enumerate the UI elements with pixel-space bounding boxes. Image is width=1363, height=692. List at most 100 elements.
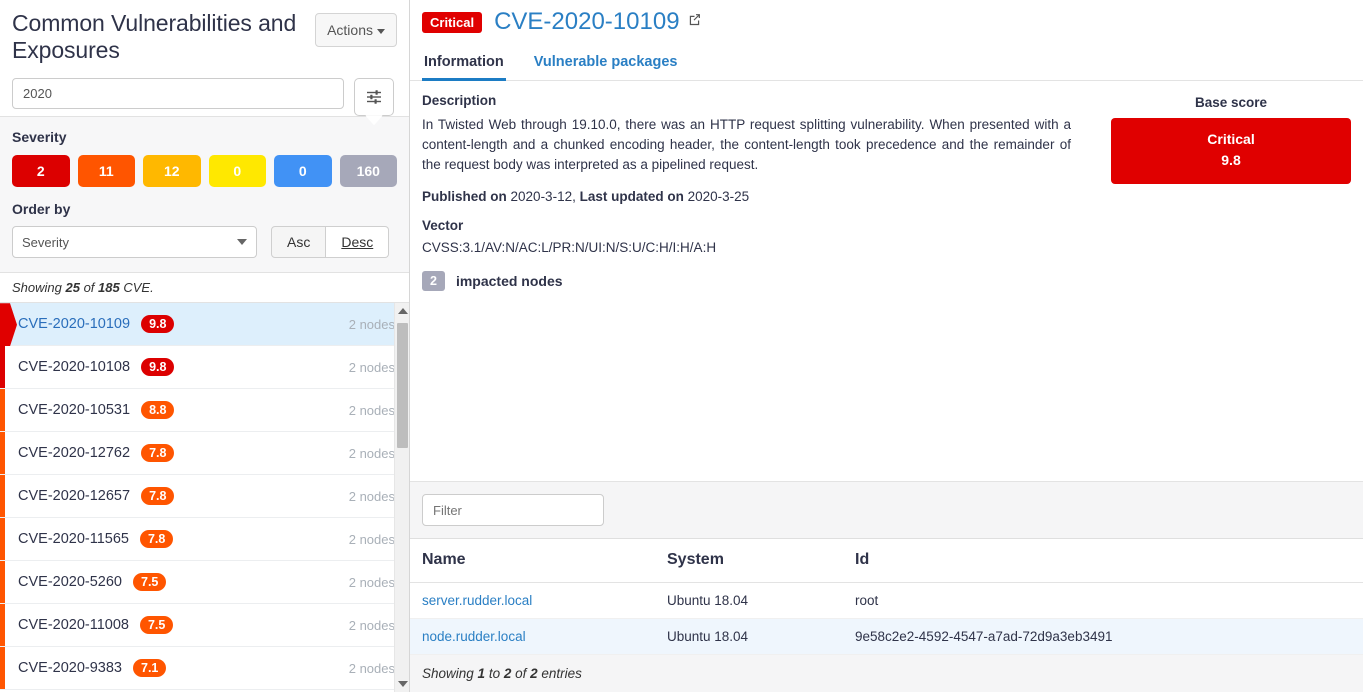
cve-node-count: 2 nodes — [348, 531, 395, 547]
page-title: Common Vulnerabilities and Exposures — [12, 10, 297, 64]
nodes-filter-bar — [410, 482, 1363, 539]
severity-stripe — [0, 647, 5, 690]
cve-list-item-id[interactable]: CVE-2020-5260 — [18, 574, 122, 590]
cve-list-item[interactable]: CVE-2020-10531 8.8 2 nodes — [0, 389, 409, 433]
information-main-column: Description In Twisted Web through 19.10… — [422, 93, 1111, 271]
tab-vulnerable-packages[interactable]: Vulnerable packages — [532, 48, 680, 81]
last-updated-value: 2020-3-25 — [687, 188, 750, 204]
triangle-up-icon — [397, 308, 408, 315]
order-by-select[interactable]: Severity — [12, 226, 257, 259]
cve-list-item-id[interactable]: CVE-2020-9383 — [18, 660, 122, 676]
showing-count-bar: Showing 25 of 185 CVE. — [0, 272, 409, 304]
severity-badge-3[interactable]: 0 — [208, 155, 266, 188]
vector-label: Vector — [422, 217, 464, 233]
cve-score-badge: 7.8 — [141, 487, 175, 506]
sort-direction-group: Asc Desc — [271, 226, 390, 259]
cve-list-scrollbar[interactable] — [394, 303, 409, 692]
cve-list-item[interactable]: CVE-2020-12657 7.8 2 nodes — [0, 475, 409, 519]
table-header-row: Name System Id — [410, 539, 1363, 583]
column-header-id[interactable]: Id — [843, 539, 1363, 583]
severity-badge-0[interactable]: 2 — [12, 155, 70, 188]
cve-node-count: 2 nodes — [348, 660, 395, 676]
cell-name: server.rudder.local — [410, 582, 655, 619]
table-row[interactable]: node.rudder.local Ubuntu 18.04 9e58c2e2-45… — [410, 618, 1363, 655]
cve-list-item[interactable]: CVE-2020-9383 7.1 2 nodes — [0, 647, 409, 691]
column-header-system[interactable]: System — [655, 539, 843, 583]
sidebar-header: Common Vulnerabilities and Exposures Act… — [0, 0, 409, 126]
severity-badge-5[interactable]: 160 — [339, 155, 397, 188]
impacted-nodes-table: Name System Id server.rudder.local Ubuntu… — [410, 539, 1363, 655]
cve-list-item-id[interactable]: CVE-2020-11008 — [18, 617, 129, 633]
table-row[interactable]: server.rudder.local Ubuntu 18.04 root — [410, 582, 1363, 619]
vector-value: CVSS:3.1/AV:N/AC:L/PR:N/UI:N/S:U/C:H/I:H… — [422, 239, 717, 255]
base-score-value: 9.8 — [1221, 152, 1241, 168]
severity-badge-row: 2 11 12 0 0 160 — [12, 155, 397, 188]
information-tab-body: Description In Twisted Web through 19.10… — [410, 81, 1363, 271]
showing-count: 25 — [65, 280, 80, 296]
footer-from: 1 — [477, 666, 486, 681]
severity-badge-4[interactable]: 0 — [274, 155, 332, 188]
sort-desc-button[interactable]: Desc — [326, 226, 390, 259]
actions-button-label: Actions — [327, 22, 373, 38]
cve-score-badge: 7.8 — [139, 530, 174, 549]
severity-stripe — [0, 432, 5, 475]
severity-filter-block: Severity 2 11 12 0 0 160 — [0, 116, 409, 202]
cve-list-item[interactable]: CVE-2020-10108 9.8 2 nodes — [0, 346, 409, 390]
scroll-down-button[interactable] — [395, 676, 409, 692]
cve-list-item-id[interactable]: CVE-2020-10108 — [18, 359, 130, 375]
column-header-name[interactable]: Name — [410, 539, 655, 583]
cve-node-count: 2 nodes — [348, 445, 395, 461]
cve-list: CVE-2020-10109 9.8 2 nodes CVE-2020-10108 9.… — [0, 303, 409, 692]
triangle-down-icon — [397, 681, 408, 687]
description-text: In Twisted Web through 19.10.0, there wa… — [422, 117, 1071, 172]
published-on-label: Published on — [422, 188, 507, 204]
publication-dates: Published on 2020-3-12, Last updated on … — [422, 189, 1071, 204]
severity-stripe — [0, 604, 5, 647]
severity-stripe — [0, 561, 5, 604]
scrollbar-thumb[interactable] — [397, 323, 408, 449]
order-by-label: Order by — [12, 201, 71, 218]
cve-list-item[interactable]: CVE-2020-11565 7.8 2 nodes — [0, 518, 409, 562]
cve-search-input[interactable] — [12, 78, 344, 110]
table-footer-info: Showing 1 to 2 of 2 entries — [410, 655, 1363, 692]
order-by-block: Order by Severity Asc Desc — [0, 201, 409, 273]
cve-list-item-id[interactable]: CVE-2020-12657 — [18, 488, 130, 504]
scroll-up-button[interactable] — [395, 303, 409, 319]
filter-toggle-wrapper — [354, 78, 394, 126]
filter-toggle-button[interactable] — [354, 78, 394, 117]
sort-asc-label: Asc — [287, 234, 311, 251]
severity-badge-1[interactable]: 11 — [77, 155, 135, 188]
severity-stripe — [0, 303, 17, 345]
cve-list-item-id[interactable]: CVE-2020-11565 — [18, 531, 129, 547]
base-score-box: Critical 9.8 — [1111, 118, 1351, 184]
cve-list-item[interactable]: CVE-2020-10109 9.8 2 nodes — [0, 303, 409, 347]
cve-detail-header: Critical CVE-2020-10109 — [410, 0, 1363, 36]
cve-score-badge: 8.8 — [141, 401, 175, 420]
cve-list-item-id[interactable]: CVE-2020-10531 — [18, 402, 130, 418]
impacted-nodes-label: impacted nodes — [455, 272, 563, 289]
impacted-nodes-count: 2 — [422, 270, 445, 291]
impacted-nodes-heading: 2 impacted nodes — [410, 270, 1363, 291]
cve-score-badge: 7.5 — [139, 616, 174, 635]
tab-information[interactable]: Information — [422, 48, 506, 81]
nodes-filter-input[interactable] — [422, 494, 604, 526]
cve-list-item-id[interactable]: CVE-2020-12762 — [18, 445, 130, 461]
detail-blank-area — [410, 290, 1363, 482]
sort-asc-button[interactable]: Asc — [271, 226, 327, 259]
cve-list-item[interactable]: CVE-2020-12762 7.8 2 nodes — [0, 432, 409, 476]
cell-id: root — [843, 582, 1363, 619]
severity-badge-2[interactable]: 12 — [143, 155, 201, 188]
cve-list-item[interactable]: CVE-2020-5260 7.5 2 nodes — [0, 561, 409, 605]
cve-detail-title[interactable]: CVE-2020-10109 — [494, 8, 679, 36]
cve-score-badge: 7.5 — [133, 573, 167, 592]
node-name-link[interactable]: server.rudder.local — [422, 593, 532, 608]
cve-node-count: 2 nodes — [348, 316, 395, 332]
chevron-down-icon — [377, 28, 385, 34]
node-name-link[interactable]: node.rudder.local — [422, 629, 526, 644]
cve-list-item-id[interactable]: CVE-2020-10109 — [18, 316, 130, 332]
cve-list-item[interactable]: CVE-2020-11008 7.5 2 nodes — [0, 604, 409, 648]
cve-detail-panel: Critical CVE-2020-10109 Information Vulne… — [410, 0, 1363, 692]
actions-button[interactable]: Actions — [315, 13, 397, 47]
showing-prefix: Showing — [12, 280, 66, 296]
external-link-icon[interactable] — [687, 12, 702, 32]
